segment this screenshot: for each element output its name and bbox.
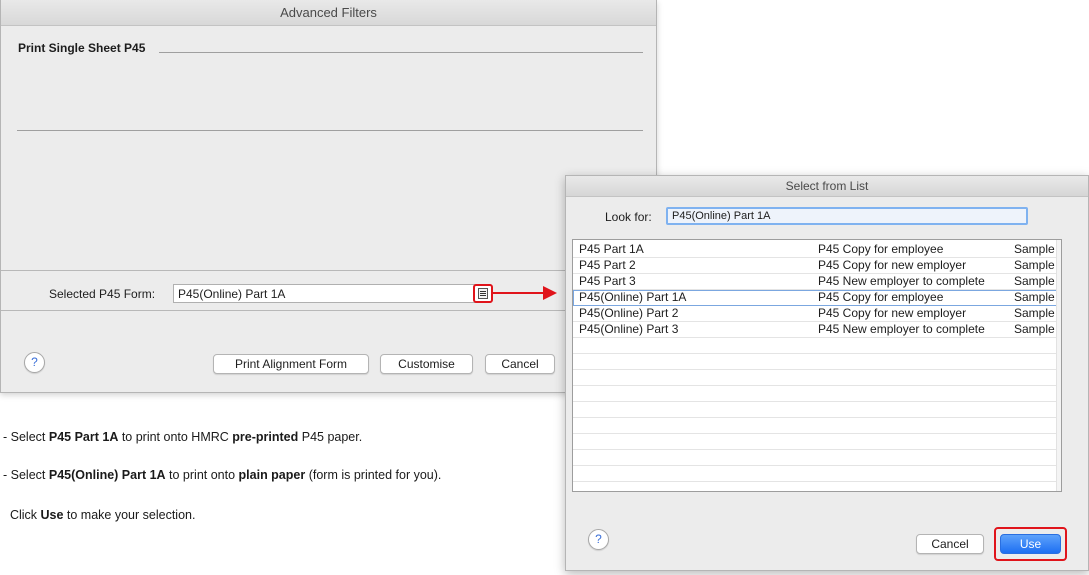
list-item[interactable]: P45 Part 1A P45 Copy for employee Sample bbox=[573, 242, 1061, 258]
list-item-form: P45 Part 1A bbox=[579, 242, 644, 256]
list-item-type: Sample bbox=[1014, 306, 1055, 320]
list-item-empty bbox=[573, 338, 1061, 354]
list-item-type: Sample bbox=[1014, 322, 1055, 336]
look-for-label: Look for: bbox=[605, 210, 652, 224]
instruction-text: - Select bbox=[3, 468, 49, 482]
instruction-line: - Select P45 Part 1A to print onto HMRC … bbox=[3, 430, 362, 444]
list-item-description: P45 New employer to complete bbox=[818, 274, 985, 288]
help-button[interactable]: ? bbox=[588, 529, 609, 550]
list-item-description: P45 New employer to complete bbox=[818, 322, 985, 336]
instruction-emphasis: Use bbox=[40, 508, 64, 522]
annotation-arrow bbox=[493, 292, 545, 294]
open-list-button[interactable] bbox=[473, 284, 493, 303]
look-for-input[interactable] bbox=[666, 207, 1028, 225]
list-icon bbox=[478, 288, 488, 299]
use-button[interactable]: Use bbox=[1000, 534, 1061, 554]
section-divider bbox=[17, 130, 643, 131]
list-item[interactable]: P45(Online) Part 1A P45 Copy for employee… bbox=[573, 290, 1061, 306]
list-item-form: P45 Part 2 bbox=[579, 258, 636, 272]
separator bbox=[1, 270, 658, 271]
instruction-emphasis: P45(Online) Part 1A bbox=[48, 468, 166, 482]
list-item-empty bbox=[573, 466, 1061, 482]
list-item-description: P45 Copy for employee bbox=[818, 242, 944, 256]
list-item-empty bbox=[573, 386, 1061, 402]
window-title: Advanced Filters bbox=[1, 0, 656, 26]
list-item-form: P45(Online) Part 2 bbox=[579, 306, 679, 320]
list-item-type: Sample bbox=[1014, 290, 1055, 304]
list-item[interactable]: P45(Online) Part 3 P45 New employer to co… bbox=[573, 322, 1061, 338]
list-item[interactable]: P45(Online) Part 2 P45 Copy for new emplo… bbox=[573, 306, 1061, 322]
help-button[interactable]: ? bbox=[24, 352, 45, 373]
list-item[interactable]: P45 Part 2 P45 Copy for new employer Sampl… bbox=[573, 258, 1061, 274]
list-item-form: P45 Part 3 bbox=[579, 274, 636, 288]
instruction-emphasis: P45 Part 1A bbox=[48, 430, 119, 444]
instruction-emphasis: plain paper bbox=[238, 468, 306, 482]
scrollbar[interactable] bbox=[1056, 240, 1061, 491]
list-item-empty bbox=[573, 354, 1061, 370]
list-item-form: P45(Online) Part 1A bbox=[579, 290, 687, 304]
list-item-empty bbox=[573, 450, 1061, 466]
instruction-text: (form is printed for you). bbox=[305, 468, 442, 482]
select-from-list-window: Select from List Look for: P45 Part 1AP4… bbox=[565, 175, 1089, 571]
cancel-button[interactable]: Cancel bbox=[916, 534, 984, 554]
customise-button[interactable]: Customise bbox=[380, 354, 473, 374]
instruction-text: to make your selection. bbox=[63, 508, 196, 522]
list-item-empty bbox=[573, 370, 1061, 386]
list-item-empty bbox=[573, 434, 1061, 450]
instruction-line: Click Use to make your selection. bbox=[3, 508, 196, 522]
instruction-text: to print onto HMRC bbox=[118, 430, 233, 444]
list-item-type: Sample bbox=[1014, 274, 1055, 288]
instruction-text: Click bbox=[3, 508, 41, 522]
list-item-empty bbox=[573, 402, 1061, 418]
advanced-filters-window: Advanced Filters Print Single Sheet P45 … bbox=[0, 0, 658, 393]
list-item-type: Sample bbox=[1014, 258, 1055, 272]
annotation-arrow-head bbox=[543, 286, 557, 300]
list-item-description: P45 Copy for employee bbox=[818, 290, 944, 304]
selected-form-field[interactable]: P45(Online) Part 1A bbox=[173, 284, 491, 303]
list-item-type: Sample bbox=[1014, 242, 1055, 256]
list-item-form: P45(Online) Part 3 bbox=[579, 322, 679, 336]
instruction-text: - Select bbox=[3, 430, 49, 444]
window-title: Select from List bbox=[566, 176, 1088, 197]
section-title: Print Single Sheet P45 bbox=[18, 41, 150, 55]
section-divider bbox=[159, 52, 643, 53]
list-item-empty bbox=[573, 418, 1061, 434]
list-item-description: P45 Copy for new employer bbox=[818, 306, 967, 320]
instruction-text: P45 paper. bbox=[298, 430, 363, 444]
use-button-highlight: Use bbox=[994, 527, 1067, 561]
instruction-emphasis: pre-printed bbox=[232, 430, 299, 444]
list-item-description: P45 Copy for new employer bbox=[818, 258, 967, 272]
instruction-text: to print onto bbox=[165, 468, 239, 482]
form-list: P45 Part 1A P45 Copy for employee Sample P4… bbox=[572, 239, 1062, 492]
selected-form-label: Selected P45 Form: bbox=[49, 287, 156, 301]
separator bbox=[1, 310, 658, 311]
instruction-line: - Select P45(Online) Part 1A to print on… bbox=[3, 468, 441, 482]
print-alignment-form-button[interactable]: Print Alignment Form bbox=[213, 354, 369, 374]
cancel-button[interactable]: Cancel bbox=[485, 354, 555, 374]
list-item[interactable]: P45 Part 3 P45 New employer to complete Sa… bbox=[573, 274, 1061, 290]
